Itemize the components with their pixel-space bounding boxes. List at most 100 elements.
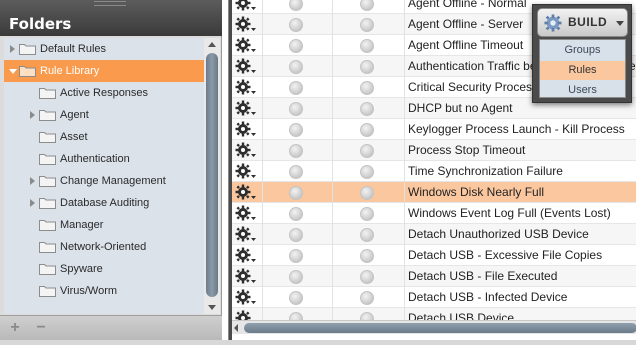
expand-arrow-right-icon[interactable] — [28, 104, 38, 126]
folder-item[interactable]: Authentication — [4, 148, 204, 170]
column-separator — [262, 98, 263, 119]
table-row[interactable]: Process Stop Timeout — [232, 140, 636, 161]
build-dropdown: BUILD Groups Rules Users — [532, 4, 632, 103]
status-dot-icon — [289, 228, 303, 242]
gear-icon[interactable] — [235, 310, 257, 320]
folders-title: Folders — [9, 15, 72, 33]
rule-name: Detach Unauthorized USB Device — [408, 227, 589, 241]
scroll-down-arrow-icon[interactable] — [204, 300, 220, 314]
build-menu-item-users[interactable]: Users — [540, 81, 625, 100]
gear-icon[interactable] — [235, 289, 257, 306]
rule-name: Agent Offline Timeout — [408, 38, 524, 52]
folder-item[interactable]: Manager — [4, 214, 204, 236]
column-separator — [404, 0, 405, 14]
expand-arrow-right-icon[interactable] — [8, 38, 18, 60]
folder-item[interactable]: Active Responses — [4, 82, 204, 104]
column-separator — [404, 56, 405, 77]
status-dot-icon — [360, 39, 374, 53]
folder-item[interactable]: Network-Oriented — [4, 236, 204, 258]
folder-icon — [19, 65, 36, 77]
status-dot-icon — [360, 207, 374, 221]
gear-icon[interactable] — [235, 163, 257, 180]
folder-label: Rule Library — [40, 65, 100, 77]
status-dot-icon — [289, 165, 303, 179]
column-separator — [262, 119, 263, 140]
column-separator — [262, 182, 263, 203]
table-row[interactable]: Detach USB - Infected Device — [232, 287, 636, 308]
gear-icon[interactable] — [235, 121, 257, 138]
folder-item[interactable]: Change Management — [4, 170, 204, 192]
folder-icon — [39, 153, 56, 165]
status-dot-icon — [289, 18, 303, 32]
status-dot-icon — [289, 207, 303, 221]
column-separator — [262, 35, 263, 56]
column-separator — [332, 119, 333, 140]
build-menu-item-rules[interactable]: Rules — [540, 61, 625, 80]
gear-icon[interactable] — [235, 37, 257, 54]
column-separator — [404, 14, 405, 35]
folder-item[interactable]: Default Rules — [4, 38, 204, 60]
folder-tree: Default Rules Rule Library Active Response… — [4, 38, 204, 314]
column-separator — [332, 98, 333, 119]
gear-icon[interactable] — [235, 100, 257, 117]
gear-icon[interactable] — [235, 58, 257, 75]
column-separator — [262, 245, 263, 266]
folder-label: Virus/Worm — [60, 285, 118, 297]
folder-item[interactable]: Agent — [4, 104, 204, 126]
gear-icon[interactable] — [235, 79, 257, 96]
gear-icon[interactable] — [235, 184, 257, 201]
table-row[interactable]: Detach USB - Excessive File Copies — [232, 245, 636, 266]
remove-folder-button[interactable]: − — [32, 320, 50, 336]
status-dot-icon — [289, 291, 303, 305]
rule-name: Detach USB - Excessive File Copies — [408, 248, 603, 262]
build-button[interactable]: BUILD — [537, 8, 628, 37]
rule-name: DHCP but no Agent — [408, 101, 513, 115]
column-separator — [332, 56, 333, 77]
horizontal-scroll-thumb[interactable] — [244, 323, 636, 333]
table-row[interactable]: Windows Disk Nearly Full — [232, 182, 636, 203]
table-row[interactable]: Detach USB Device — [232, 308, 636, 320]
table-row[interactable]: Detach USB - File Executed — [232, 266, 636, 287]
gear-icon[interactable] — [235, 205, 257, 222]
folder-icon — [39, 87, 56, 99]
folder-tree-scrollbar[interactable] — [204, 38, 220, 314]
folder-label: Asset — [60, 131, 88, 143]
column-separator — [404, 203, 405, 224]
folder-item[interactable]: Rule Library — [4, 60, 204, 82]
folder-item[interactable]: Virus/Worm — [4, 280, 204, 302]
table-row[interactable]: Detach Unauthorized USB Device — [232, 224, 636, 245]
folder-icon — [19, 43, 36, 55]
column-separator — [262, 203, 263, 224]
gear-icon[interactable] — [235, 16, 257, 33]
scroll-left-arrow-icon[interactable] — [234, 324, 238, 332]
expand-arrow-right-icon[interactable] — [28, 192, 38, 214]
build-menu-item-groups[interactable]: Groups — [540, 41, 625, 60]
gear-icon[interactable] — [235, 247, 257, 264]
folders-header: Folders — [0, 0, 222, 36]
expand-arrow-down-icon[interactable] — [8, 60, 18, 82]
gear-icon[interactable] — [235, 226, 257, 243]
chevron-down-icon — [616, 21, 624, 26]
folder-label: Network-Oriented — [60, 241, 147, 253]
add-folder-button[interactable]: + — [6, 320, 24, 336]
column-separator — [404, 161, 405, 182]
rule-name: Windows Disk Nearly Full — [408, 185, 545, 199]
gear-icon[interactable] — [235, 0, 257, 12]
table-row[interactable]: Keylogger Process Launch - Kill Process — [232, 119, 636, 140]
gear-icon[interactable] — [235, 268, 257, 285]
folder-item[interactable]: Spyware — [4, 258, 204, 280]
folder-item[interactable]: Database Auditing — [4, 192, 204, 214]
rules-horizontal-scrollbar[interactable] — [232, 320, 636, 334]
rule-name: Windows Event Log Full (Events Lost) — [408, 206, 611, 220]
rule-name: Detach USB - File Executed — [408, 269, 558, 283]
resize-grip[interactable] — [94, 1, 126, 6]
table-row[interactable]: Windows Event Log Full (Events Lost) — [232, 203, 636, 224]
folder-item[interactable]: Asset — [4, 126, 204, 148]
expand-arrow-right-icon[interactable] — [28, 170, 38, 192]
scroll-up-arrow-icon[interactable] — [204, 38, 220, 52]
scroll-thumb[interactable] — [206, 53, 218, 297]
column-separator — [404, 287, 405, 308]
gear-icon[interactable] — [235, 142, 257, 159]
column-separator — [404, 119, 405, 140]
table-row[interactable]: Time Synchronization Failure — [232, 161, 636, 182]
